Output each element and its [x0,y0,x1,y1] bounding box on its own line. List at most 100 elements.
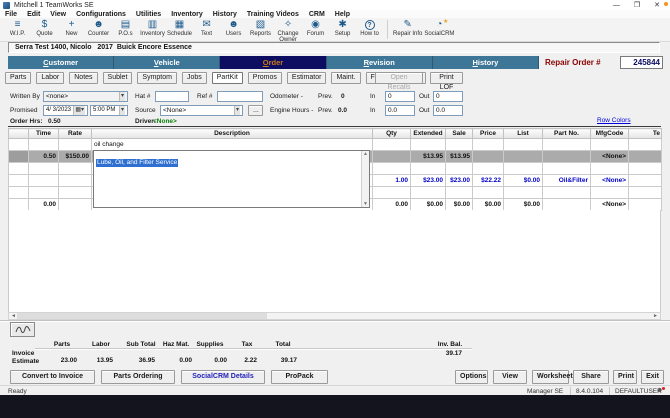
exit-button[interactable]: Exit [641,370,664,384]
parts-ordering-button[interactable]: Parts Ordering [101,370,175,384]
view-po-button[interactable]: View PO [493,370,527,392]
ref-input[interactable] [217,91,263,102]
toolbar-forum-button[interactable]: ◉ Forum [302,18,329,41]
row-indicator[interactable] [8,138,29,151]
menu-item-inventory[interactable]: Inventory [166,11,208,18]
minimize-button[interactable]: — [613,2,620,9]
col-header-part-no[interactable]: Part No. [542,128,591,139]
col-header-rate[interactable]: Rate [58,128,92,139]
source-select[interactable]: <None> ▾ [160,105,243,116]
options-button[interactable]: Options [455,370,488,384]
row-indicator[interactable] [8,198,29,211]
row-indicator[interactable] [8,186,29,199]
toolbar-inventory-button[interactable]: ▥ Inventory [139,18,166,41]
promos-button[interactable]: Promos [247,72,282,84]
hat-input[interactable] [155,91,189,102]
engine-in-input[interactable]: 0.0 [385,105,415,116]
menu-item-training-videos[interactable]: Training Videos [242,11,304,18]
convert-to-invoice-button[interactable]: Convert to Invoice [10,370,95,384]
tab-revision[interactable]: Revision [326,56,433,69]
toolbar-pos-button[interactable]: ▤ P.O.s [112,18,139,41]
propack-button[interactable]: ProPack [271,370,328,384]
col-header-tech[interactable]: Te [628,128,662,139]
print-button[interactable]: Print [613,370,637,384]
col-header-price[interactable]: Price [472,128,504,139]
maximize-button[interactable]: ❐ [634,1,640,9]
parts-button[interactable]: Parts [5,72,32,84]
row-colors-link[interactable]: Row Colors [597,117,631,124]
menu-item-configurations[interactable]: Configurations [71,11,131,18]
col-header-description[interactable]: Description [91,128,373,139]
scrollbar-thumb[interactable] [17,313,267,319]
scroll-left-icon[interactable]: ◄ [11,313,16,319]
col-header-sale[interactable]: Sale [445,128,473,139]
toolbar-repair-info-button[interactable]: ✎ Repair Info [392,18,423,41]
notes-button[interactable]: Notes [69,72,98,84]
toolbar-quote-button[interactable]: $ Quote [31,18,58,41]
engine-out-input[interactable]: 0.0 [433,105,463,116]
menu-item-edit[interactable]: Edit [22,11,45,18]
menu-item-utilities[interactable]: Utilities [131,11,166,18]
col-header-mfgcode[interactable]: MfgCode [590,128,629,139]
partkit-button[interactable]: PartKit [211,72,243,84]
menu-item-help[interactable]: Help [330,11,355,18]
scroll-down-icon[interactable]: ▼ [363,201,368,207]
editor-scrollbar[interactable]: ▲ ▼ [361,151,369,207]
sublet-button[interactable]: Sublet [102,72,133,84]
share-button[interactable]: Share ∨ [573,370,609,392]
print-lof-button[interactable]: Print LOF [430,72,463,91]
estimator-button[interactable]: Estimator [286,72,327,84]
toolbar-counter-button[interactable]: ☻ Counter [85,18,112,41]
menu-item-history[interactable]: History [208,11,242,18]
col-header-list[interactable]: List [503,128,543,139]
grid-row-1[interactable]: oil change [8,138,662,151]
toolbar-reports-button[interactable]: ▧ Reports [247,18,274,41]
col-header-extended[interactable]: Extended [410,128,446,139]
toolbar-users-button[interactable]: ☻ Users [220,18,247,41]
tab-vehicle[interactable]: Vehicle [114,56,221,69]
tab-order[interactable]: Order [220,56,327,69]
toolbar-wip-button[interactable]: ≡ W.I.P. [4,18,31,41]
maint-button[interactable]: Maint. [331,72,361,84]
description-editor[interactable]: Lube, Oil, and Filter Service ▲ ▼ [93,150,370,208]
odometer-in-input[interactable]: 0 [385,91,415,102]
close-button[interactable]: ✕ [654,1,660,9]
odometer-out-input[interactable]: 0 [433,91,463,102]
driver-value[interactable]: <None> [153,118,177,125]
symptom-button[interactable]: Symptom [137,72,177,84]
promised-time-select[interactable]: 5:00 PM ▾ [90,105,128,116]
toolbar-setup-button[interactable]: ✱ Setup [329,18,356,41]
estimate-total: 39.17 [280,357,297,364]
scroll-right-icon[interactable]: ► [653,313,658,319]
menu-item-file[interactable]: File [0,11,22,18]
promised-date-picker[interactable]: 4/ 3/2023 ▦▾ [43,105,88,116]
toolbar-how-to-button[interactable]: ? How to [356,18,383,41]
scroll-up-icon[interactable]: ▲ [363,151,368,157]
selected-description-text[interactable]: Lube, Oil, and Filter Service [96,159,179,167]
toolbar-schedule-button[interactable]: ▦ Schedule [166,18,193,41]
tab-customer[interactable]: Customer [8,56,115,69]
tab-history[interactable]: History [432,56,540,69]
windows-taskbar: Type here to search M ☀ 57°F Sunny ∧ 12:… [0,395,670,418]
open-recalls-button[interactable]: Open Recalls [375,72,423,91]
row-indicator[interactable] [8,150,29,163]
labor-button[interactable]: Labor [36,72,65,84]
description-cell[interactable]: oil change [91,138,373,151]
menu-item-crm[interactable]: CRM [304,11,330,18]
toolbar-text-button[interactable]: ✉ Text [193,18,220,41]
grid-horizontal-scrollbar[interactable]: ◄ ► [8,312,661,320]
toolbar-new-button[interactable]: + New [58,18,85,41]
toolbar-change-owner-button[interactable]: ✧ Change Owner [274,18,302,43]
toolbar-socialcrm-button[interactable]: ◔ ★ SocialCRM [423,18,455,41]
written-by-select[interactable]: <none> ▾ [43,91,128,102]
worksheet-button[interactable]: Worksheet [532,370,573,384]
menu-item-view[interactable]: View [45,11,71,18]
misc-tool-button[interactable] [10,322,35,337]
col-header-time[interactable]: Time [28,128,59,139]
socialcrm-details-button[interactable]: SocialCRM Details [181,370,265,384]
row-indicator[interactable] [8,162,29,175]
row-indicator[interactable] [8,174,29,187]
col-header-qty[interactable]: Qty [372,128,411,139]
source-more-button[interactable]: ... [248,105,263,116]
jobs-button[interactable]: Jobs [181,72,207,84]
